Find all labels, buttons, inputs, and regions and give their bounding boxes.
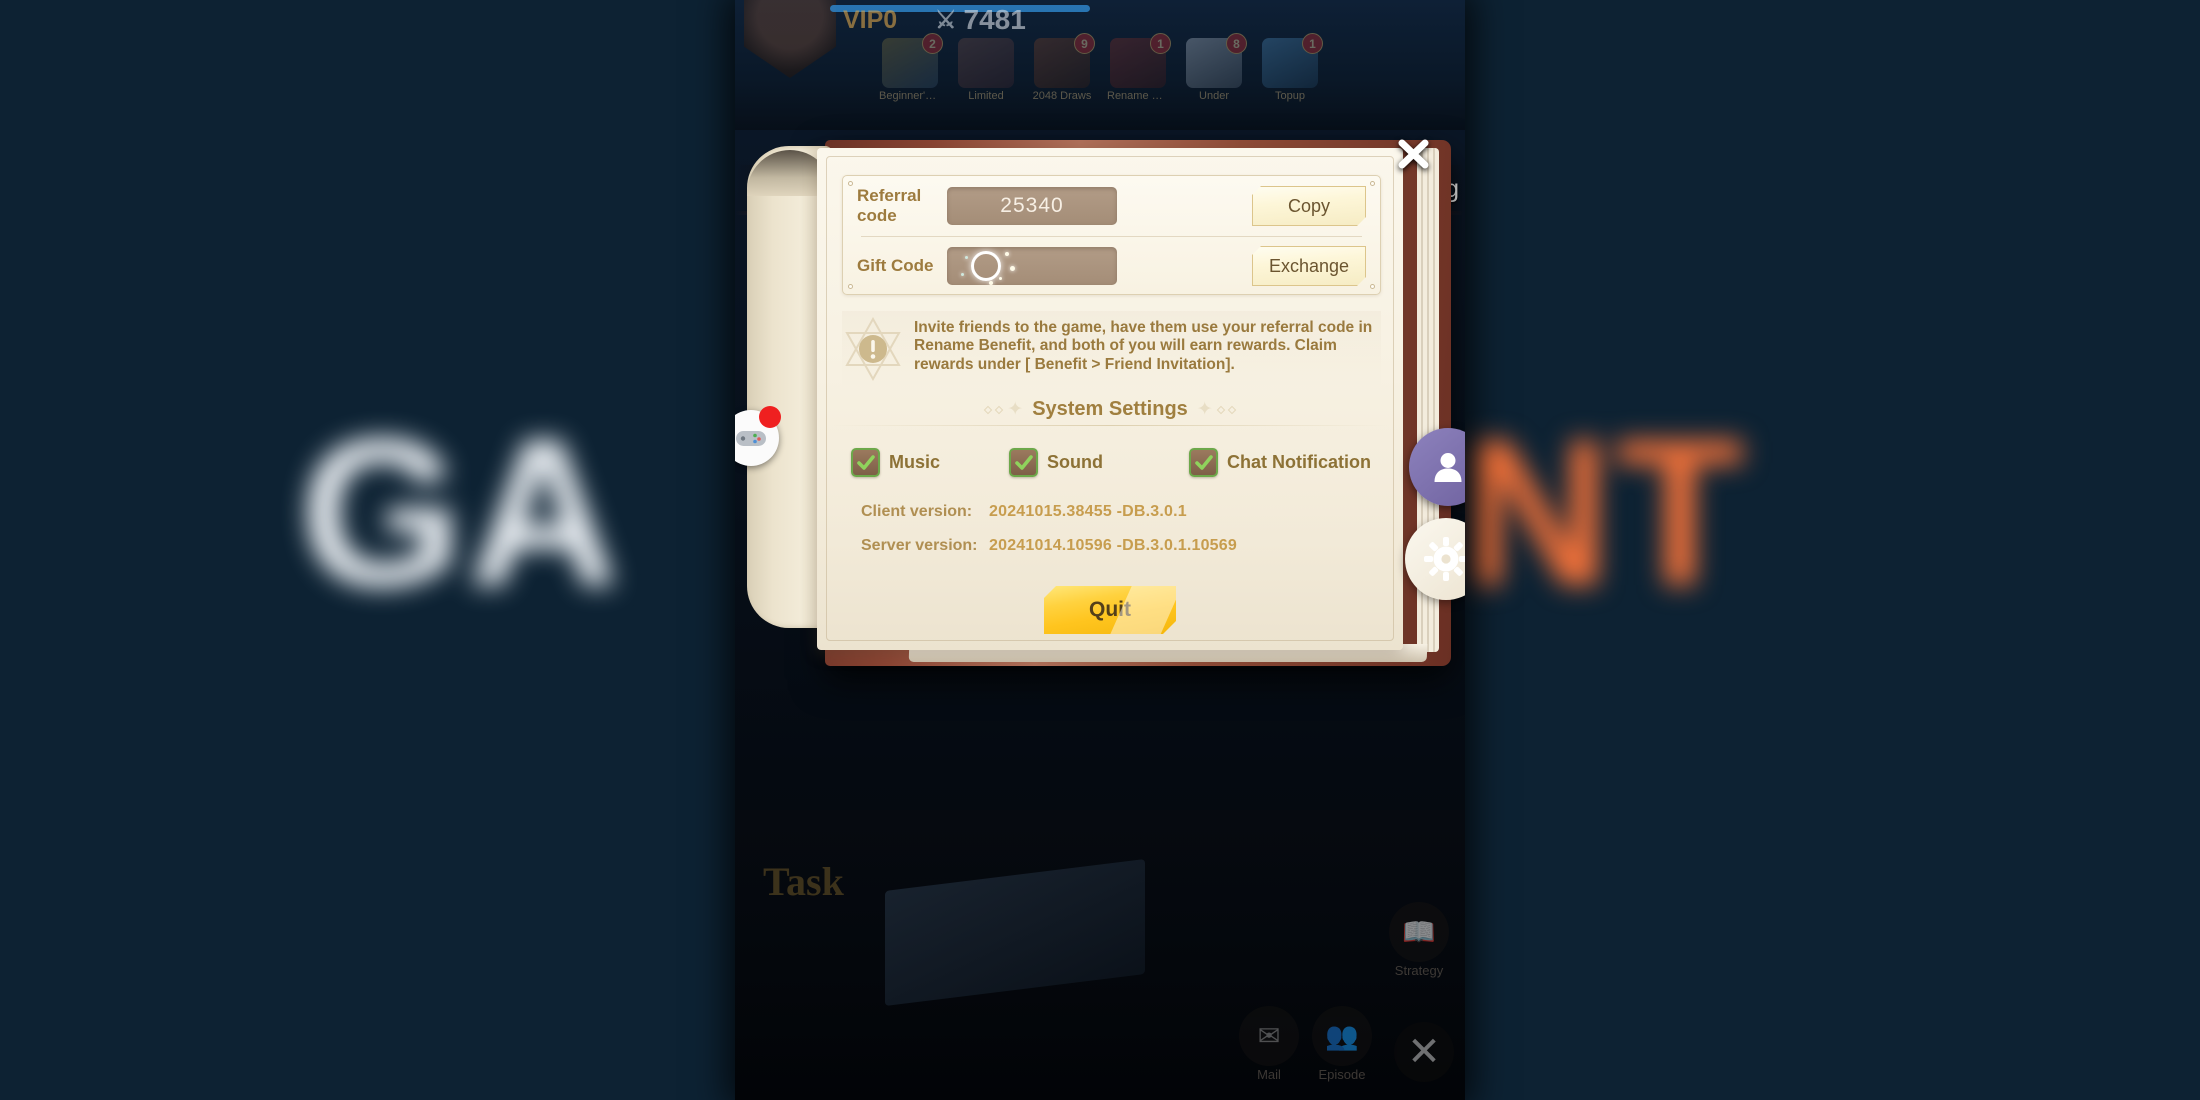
referral-code-row: Referral code 25340 Copy — [843, 176, 1380, 236]
scenery-close-button[interactable]: ✕ — [1393, 1022, 1455, 1082]
event-badge: 2 — [922, 33, 943, 54]
event-icon-4[interactable]: 8 Under — [1183, 33, 1247, 102]
sparkle-icon — [965, 256, 968, 259]
checkbox-checked-icon[interactable] — [1189, 448, 1218, 477]
event-label: 2048 Draws — [1032, 90, 1092, 102]
game-viewport: VIP0 ⚔ 7481 2 Beginner's Gift Limited 9 … — [735, 0, 1465, 1100]
sparkle-icon — [961, 273, 964, 276]
mail-button[interactable]: ✉ Mail — [1238, 1006, 1300, 1082]
version-info: Client version: 20241015.38455 -DB.3.0.1… — [861, 503, 1237, 571]
event-icon-3[interactable]: 1 Rename Benefit — [1107, 33, 1171, 102]
event-badge: 1 — [1302, 33, 1323, 54]
event-label: Limited — [968, 90, 1004, 102]
section-divider — [833, 425, 1387, 426]
vip-label: VIP — [843, 6, 884, 34]
event-badge: 9 — [1074, 33, 1095, 54]
event-label: Beginner's Gift — [879, 90, 941, 102]
sparkle-icon — [999, 277, 1002, 280]
strategy-label: Strategy — [1394, 963, 1444, 978]
event-label: Rename Benefit — [1107, 90, 1169, 102]
referral-notice-text: Invite friends to the game, have them us… — [914, 319, 1373, 373]
quit-button[interactable]: Quit — [1044, 586, 1176, 634]
event-icon-1[interactable]: Limited — [955, 38, 1017, 102]
ornament-left-icon: ✦ — [984, 400, 1023, 419]
scenery-building — [885, 859, 1145, 1006]
vip-badge[interactable]: VIP0 — [843, 6, 897, 35]
copy-button[interactable]: Copy — [1252, 186, 1366, 226]
toggle-music-label: Music — [889, 452, 941, 472]
server-version-label: Server version: — [861, 537, 978, 554]
event-art-icon — [958, 38, 1014, 88]
power-value: 7481 — [963, 4, 1026, 35]
system-settings-header: ✦ System Settings ✦ — [817, 398, 1403, 421]
strategy-button[interactable]: 📖 Strategy — [1388, 902, 1450, 978]
toggle-music[interactable]: Music — [851, 448, 1009, 477]
gift-code-label: Gift Code — [857, 256, 934, 275]
gift-code-row: Gift Code Exchange — [843, 236, 1380, 296]
toggle-chat-label: Chat Notification — [1227, 452, 1371, 472]
event-icon-0[interactable]: 2 Beginner's Gift — [879, 33, 943, 102]
checkbox-checked-icon[interactable] — [1009, 448, 1038, 477]
close-icon: ✕ — [1394, 1022, 1454, 1082]
episode-button[interactable]: 👥 Episode — [1311, 1006, 1373, 1082]
exchange-button[interactable]: Exchange — [1252, 246, 1366, 286]
event-badge: 8 — [1226, 33, 1247, 54]
event-icon-5[interactable]: 1 Topup — [1259, 33, 1323, 102]
toggle-chat-notification[interactable]: Chat Notification — [1189, 448, 1371, 477]
task-label[interactable]: Task — [763, 858, 844, 905]
referral-code-value: 25340 — [1000, 194, 1064, 217]
wallpaper-text-right: NT — [1460, 395, 1748, 630]
event-icon-row: 2 Beginner's Gift Limited 9 2048 Draws 1… — [735, 33, 1465, 102]
crossed-swords-icon: ⚔ — [935, 6, 957, 34]
event-icon-2[interactable]: 9 2048 Draws — [1031, 33, 1095, 102]
toggle-sound[interactable]: Sound — [1009, 448, 1189, 477]
gift-code-input[interactable] — [947, 247, 1117, 285]
settings-toggles: Music Sound Chat Notification — [851, 448, 1379, 477]
book-icon: 📖 — [1389, 902, 1449, 962]
vip-level: 0 — [883, 6, 898, 34]
server-version-value: 20241014.10596 -DB.3.0.1.10569 — [989, 537, 1237, 554]
server-version-row: Server version: 20241014.10596 -DB.3.0.1… — [861, 537, 1237, 555]
close-icon[interactable] — [1388, 128, 1440, 180]
people-icon: 👥 — [1312, 1006, 1372, 1066]
settings-page: Referral code 25340 Copy Gift Code Excha… — [817, 148, 1403, 650]
ornament-right-icon: ✦ — [1197, 400, 1236, 419]
quit-button-row: Quit — [817, 586, 1403, 634]
mail-label: Mail — [1257, 1067, 1281, 1082]
mail-icon: ✉ — [1239, 1006, 1299, 1066]
notification-dot — [759, 406, 781, 428]
section-title: System Settings — [1032, 398, 1188, 420]
power-display: ⚔ 7481 — [935, 4, 1026, 36]
referral-notice: Invite friends to the game, have them us… — [842, 311, 1381, 389]
warning-icon — [842, 315, 904, 383]
game-scenery: Task 📖 Strategy ✉ Mail 👥 Episode ✕ — [735, 810, 1465, 1100]
checkbox-checked-icon[interactable] — [851, 448, 880, 477]
settings-book-modal: Referral code 25340 Copy Gift Code Excha… — [747, 138, 1453, 666]
client-version-value: 20241015.38455 -DB.3.0.1 — [989, 503, 1187, 520]
codes-card: Referral code 25340 Copy Gift Code Excha… — [842, 175, 1381, 295]
tap-ripple-effect — [971, 251, 1001, 281]
event-badge: 1 — [1150, 33, 1171, 54]
sparkle-icon — [1010, 266, 1015, 271]
sparkle-icon — [1005, 252, 1009, 256]
event-label: Topup — [1275, 90, 1305, 102]
event-label: Under — [1199, 90, 1229, 102]
sparkle-icon — [989, 281, 993, 285]
episode-label: Episode — [1318, 1067, 1366, 1082]
toggle-sound-label: Sound — [1047, 452, 1103, 472]
client-version-label: Client version: — [861, 503, 973, 520]
client-version-row: Client version: 20241015.38455 -DB.3.0.1 — [861, 503, 1237, 521]
referral-code-field[interactable]: 25340 — [947, 187, 1117, 225]
wallpaper-text-left: GA — [300, 395, 623, 630]
referral-code-label: Referral code — [857, 186, 922, 225]
